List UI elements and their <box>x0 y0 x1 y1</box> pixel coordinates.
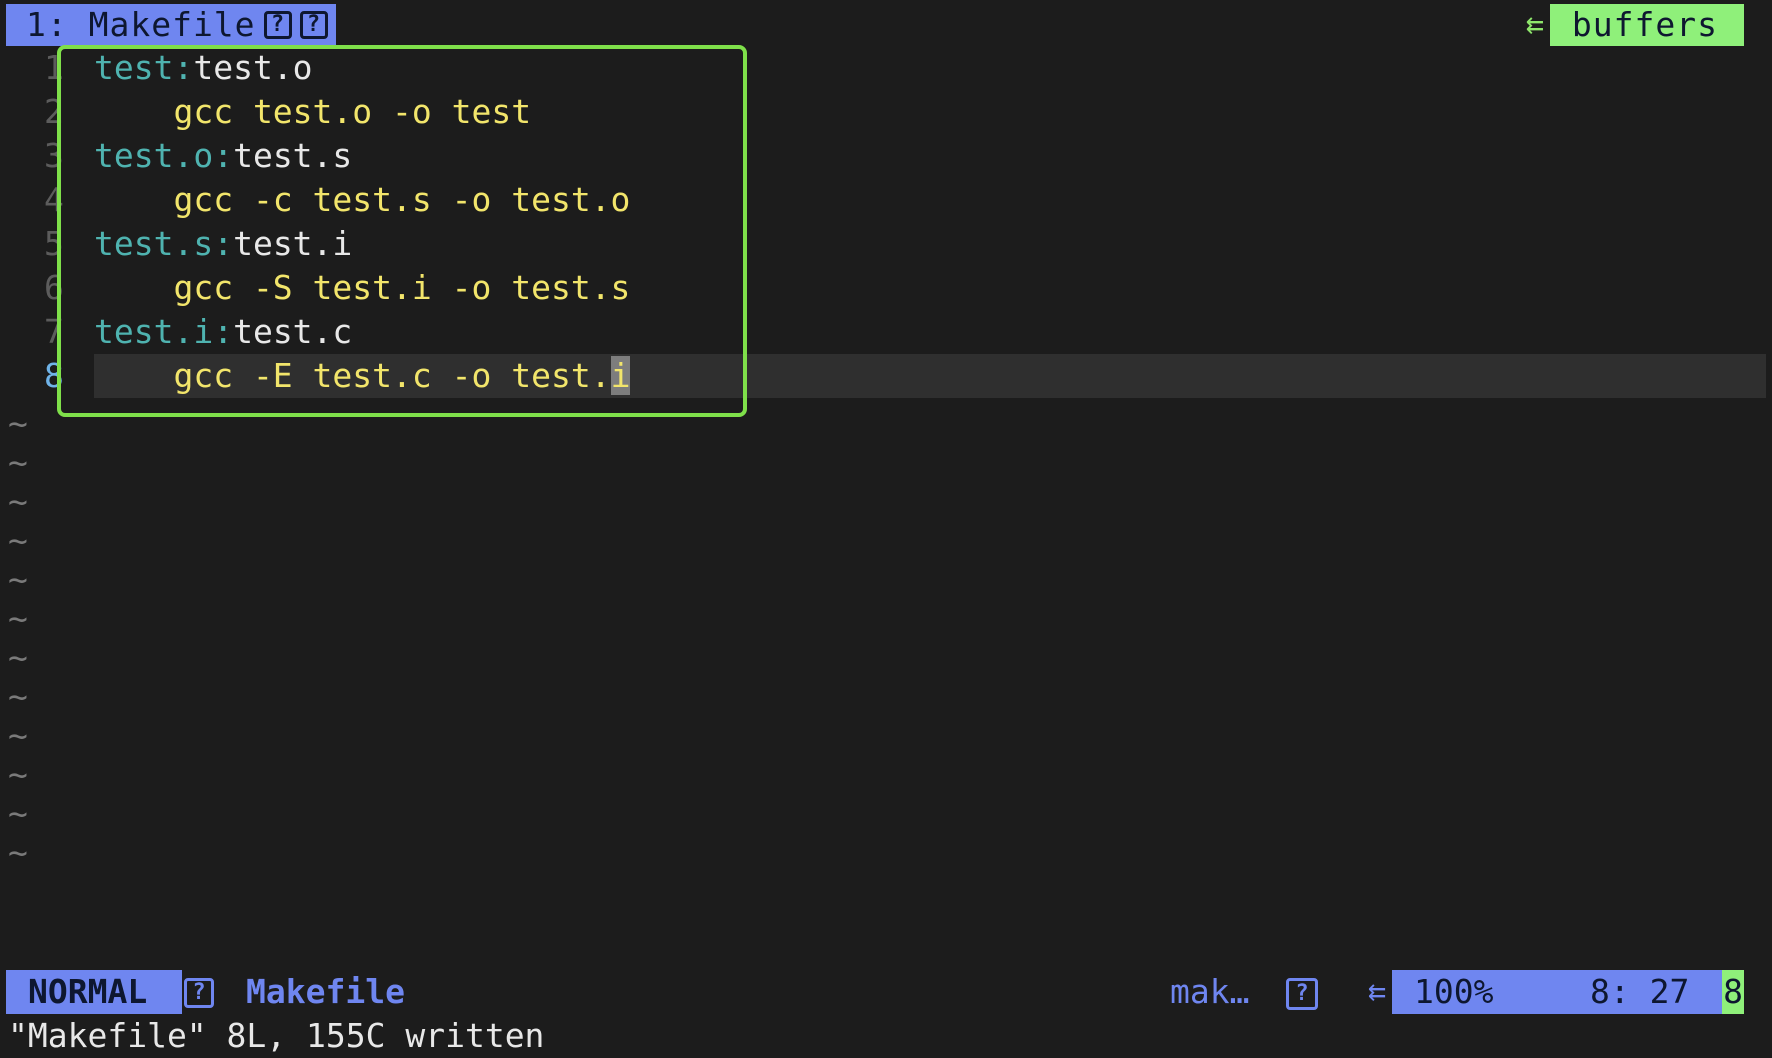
code-text: test.i:test.c <box>94 310 352 354</box>
make-recipe: gcc -E test.c -o test. <box>94 356 611 395</box>
editor-line[interactable]: 2 gcc test.o -o test <box>0 90 1772 134</box>
empty-line-tilde: ~ <box>8 404 28 443</box>
unknown-glyph-icon: ? <box>184 978 214 1008</box>
status-cursor-position: 8: 27 <box>1590 972 1690 1011</box>
make-target: test: <box>94 48 194 87</box>
line-number: 2 <box>44 92 64 131</box>
arrow-left-icon: ⇇ <box>1368 974 1387 1009</box>
make-dependency: test.o <box>193 48 313 87</box>
tab-makefile[interactable]: 1: Makefile ? ? <box>6 4 336 46</box>
line-number: 4 <box>44 180 64 219</box>
arrow-left-icon: ⇇ <box>1525 7 1544 42</box>
unknown-glyph-icon: ? <box>1286 978 1318 1010</box>
editor-line[interactable]: 1 test:test.o <box>0 46 1772 90</box>
editor-line[interactable]: 5 test.s:test.i <box>0 222 1772 266</box>
make-target: test.o: <box>94 136 234 175</box>
status-filetype: mak… <box>1170 972 1250 1011</box>
editor-line[interactable]: 4 gcc -c test.s -o test.o <box>0 178 1772 222</box>
empty-line-tilde: ~ <box>8 833 28 872</box>
make-dependency: test.i <box>233 224 353 263</box>
unknown-glyph-icon: ? <box>263 11 292 39</box>
status-line-count: 8 <box>1722 970 1744 1014</box>
code-text: test.s:test.i <box>94 222 352 266</box>
make-recipe: gcc -c test.s -o test.o <box>94 180 631 219</box>
make-target: test.i: <box>94 312 234 351</box>
empty-line-tilde: ~ <box>8 482 28 521</box>
text-cursor: i <box>610 356 631 395</box>
make-dependency: test.c <box>233 312 353 351</box>
code-text: gcc -c test.s -o test.o <box>94 178 630 222</box>
tab-label: 1: Makefile <box>26 5 256 44</box>
line-number: 7 <box>44 312 64 351</box>
buffers-indicator[interactable]: ⇇ buffers <box>1526 4 1744 46</box>
buffers-label: buffers <box>1549 4 1744 46</box>
make-target: test.s: <box>94 224 234 263</box>
line-number: 8 <box>44 356 64 395</box>
empty-line-tilde: ~ <box>8 521 28 560</box>
status-percent: 100% <box>1414 972 1494 1011</box>
empty-line-tilde: ~ <box>8 794 28 833</box>
status-filename: Makefile <box>246 972 405 1011</box>
tabline: 1: Makefile ? ? ⇇ buffers <box>0 0 1772 46</box>
line-number: 5 <box>44 224 64 263</box>
empty-line-tilde: ~ <box>8 716 28 755</box>
command-line[interactable]: "Makefile" 8L, 155C written <box>8 1014 544 1058</box>
code-text: test:test.o <box>94 46 313 90</box>
editor-line[interactable]: 7 test.i:test.c <box>0 310 1772 354</box>
editor-line[interactable]: 6 gcc -S test.i -o test.s <box>0 266 1772 310</box>
statusline: NORMAL ? Makefile mak… ? ⇇ 100% 8: 27 8 <box>0 970 1772 1014</box>
empty-line-tilde: ~ <box>8 560 28 599</box>
status-position-block: 100% 8: 27 <box>1392 970 1722 1014</box>
line-number: 1 <box>44 48 64 87</box>
editor-line[interactable]: 8 gcc -E test.c -o test.i <box>0 354 1772 398</box>
empty-line-tilde: ~ <box>8 755 28 794</box>
code-text: test.o:test.s <box>94 134 352 178</box>
empty-line-tilde: ~ <box>8 638 28 677</box>
empty-line-tilde: ~ <box>8 599 28 638</box>
code-text: gcc test.o -o test <box>94 90 531 134</box>
mode-indicator: NORMAL <box>6 970 182 1014</box>
code-text: gcc -S test.i -o test.s <box>94 266 630 310</box>
line-number: 6 <box>44 268 64 307</box>
make-recipe: gcc -S test.i -o test.s <box>94 268 631 307</box>
make-recipe: gcc test.o -o test <box>94 92 532 131</box>
editor-buffer[interactable]: 1 test:test.o 2 gcc test.o -o test 3 test.o:… <box>0 46 1772 872</box>
make-dependency: test.s <box>233 136 353 175</box>
empty-line-tilde: ~ <box>8 677 28 716</box>
empty-line-tilde: ~ <box>8 443 28 482</box>
code-text: gcc -E test.c -o test.i <box>94 354 631 398</box>
editor-line[interactable]: 3 test.o:test.s <box>0 134 1772 178</box>
line-number: 3 <box>44 136 64 175</box>
vim-window: 1: Makefile ? ? ⇇ buffers 1 test:test.o 2 … <box>0 0 1772 1058</box>
unknown-glyph-icon: ? <box>299 11 328 39</box>
